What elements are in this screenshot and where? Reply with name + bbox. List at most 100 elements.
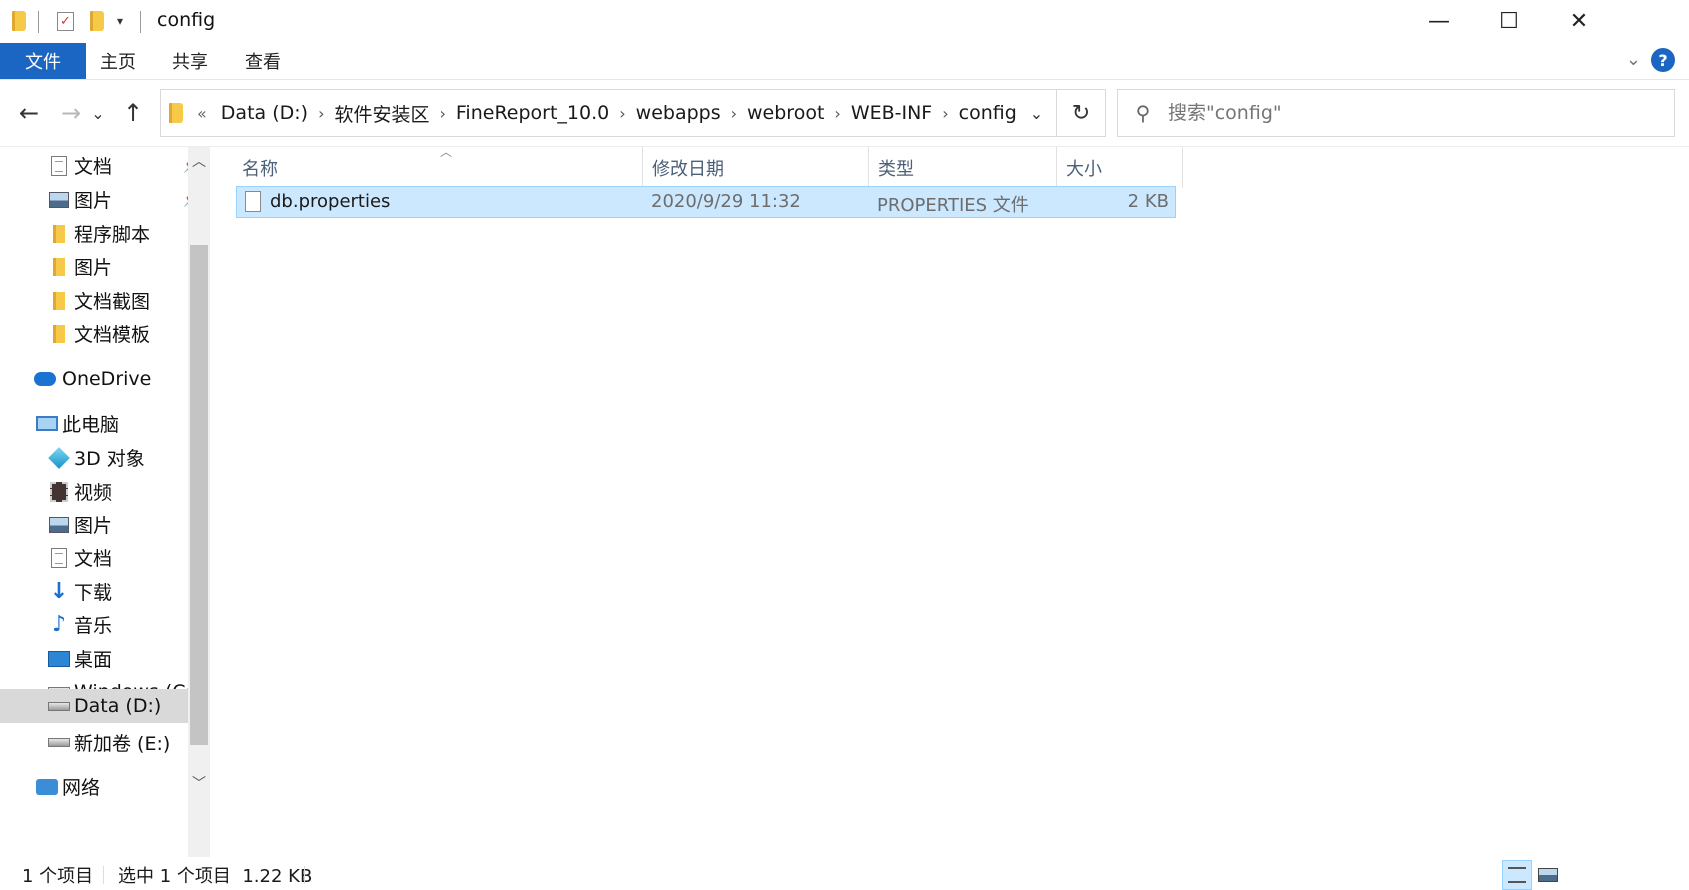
download-icon: ↓ <box>49 579 69 604</box>
sidebar-item-documents-pinned[interactable]: 文档 📌 <box>0 147 206 184</box>
sidebar-item-label: OneDrive <box>62 367 152 390</box>
address-dropdown-chevron-icon[interactable]: ⌄ <box>1017 90 1057 136</box>
sidebar-item-pictures-folder[interactable]: 图片 <box>0 248 206 285</box>
pictures-icon <box>48 190 70 210</box>
column-header-name[interactable]: 名称 <box>242 147 278 188</box>
column-header-modified[interactable]: 修改日期 <box>652 147 724 188</box>
sidebar-item-documents[interactable]: 文档 <box>0 539 206 576</box>
properties-icon[interactable]: ✓ <box>57 8 74 34</box>
folder-icon <box>169 103 183 123</box>
back-button[interactable]: ← <box>12 96 46 130</box>
sidebar-item-music[interactable]: ♪ 音乐 <box>0 606 206 643</box>
drive-icon <box>48 733 70 753</box>
chevron-right-icon[interactable]: › <box>834 104 840 123</box>
scroll-up-chevron-icon[interactable]: ︿ <box>188 151 210 173</box>
quick-access-folder-icon[interactable] <box>12 8 26 34</box>
column-divider[interactable] <box>1182 147 1183 188</box>
breadcrumb-overflow[interactable]: « <box>197 104 207 123</box>
refresh-button[interactable]: ↻ <box>1057 90 1105 136</box>
item-count: 1 个项目 <box>22 866 94 887</box>
breadcrumb-webapps[interactable]: webapps <box>636 102 721 124</box>
column-divider[interactable] <box>642 147 643 188</box>
file-name[interactable]: db.properties <box>270 191 390 212</box>
address-bar[interactable]: « Data (D:) › 软件安装区 › FineReport_10.0 › … <box>160 89 1106 137</box>
sidebar-item-label: 文档模板 <box>74 324 151 346</box>
sidebar-item-label: 程序脚本 <box>74 224 151 246</box>
new-folder-icon[interactable] <box>90 8 104 34</box>
chevron-right-icon[interactable]: › <box>619 104 625 123</box>
sidebar-item-downloads[interactable]: ↓ 下载 <box>0 573 206 610</box>
document-icon <box>48 547 70 568</box>
chevron-right-icon[interactable]: › <box>942 104 948 123</box>
sidebar-item-network[interactable]: 网络 <box>0 768 206 805</box>
minimize-button[interactable]: — <box>1404 0 1474 42</box>
sidebar-scrollbar[interactable]: ︿ ﹀ <box>188 147 210 857</box>
breadcrumb-data-d[interactable]: Data (D:) <box>221 102 308 124</box>
folder-icon <box>48 257 70 277</box>
sidebar-item-pictures[interactable]: 图片 <box>0 506 206 543</box>
column-divider[interactable] <box>1056 147 1057 188</box>
file-size: 2 KB <box>1127 191 1169 212</box>
this-pc-icon <box>36 414 58 434</box>
sidebar-item-label: 此电脑 <box>62 414 120 436</box>
search-input[interactable] <box>1168 102 1648 124</box>
navigation-pane: 文档 📌 图片 📌 程序脚本 图片 文档截图 文档模板 OneDrive 此电脑… <box>0 147 206 860</box>
pictures-icon <box>48 515 70 535</box>
search-box[interactable]: ⚲ <box>1117 89 1675 137</box>
tab-home[interactable]: 主页 <box>88 43 148 79</box>
customize-toolbar-chevron-icon[interactable]: ▾ <box>117 8 123 34</box>
sidebar-item-pictures-pinned[interactable]: 图片 📌 <box>0 181 206 218</box>
navigation-bar: ← → ⌄ ↑ « Data (D:) › 软件安装区 › FineReport… <box>0 84 1689 144</box>
sidebar-item-label: 文档截图 <box>74 291 151 313</box>
breadcrumb-web-inf[interactable]: WEB-INF <box>851 102 932 124</box>
breadcrumb-config[interactable]: config <box>959 102 1017 124</box>
breadcrumb-webroot[interactable]: webroot <box>747 102 824 124</box>
status-bar: 1 个项目 选中 1 个项目 1.22 KB <box>0 860 1689 890</box>
sidebar-item-videos[interactable]: 视频 <box>0 473 206 510</box>
sidebar-item-label: 桌面 <box>74 649 113 671</box>
expand-ribbon-chevron-icon[interactable]: ⌄ <box>1626 49 1641 70</box>
chevron-right-icon[interactable]: › <box>318 104 324 123</box>
breadcrumb-software[interactable]: 软件安装区 <box>334 100 429 127</box>
sidebar-item-3d-objects[interactable]: 3D 对象 <box>0 439 206 476</box>
scroll-down-chevron-icon[interactable]: ﹀ <box>188 773 210 795</box>
help-button[interactable]: ? <box>1651 48 1675 72</box>
sidebar-item-label: 图片 <box>74 515 113 537</box>
sidebar-item-scripts[interactable]: 程序脚本 <box>0 215 206 252</box>
column-header-size[interactable]: 大小 <box>1066 147 1102 188</box>
sidebar-item-doc-screenshots[interactable]: 文档截图 <box>0 282 206 319</box>
breadcrumb-finereport[interactable]: FineReport_10.0 <box>456 102 609 124</box>
column-header-type[interactable]: 类型 <box>878 147 914 188</box>
tab-file[interactable]: 文件 <box>0 43 86 79</box>
column-divider[interactable] <box>868 147 869 188</box>
recent-locations-chevron-icon[interactable]: ⌄ <box>88 96 108 130</box>
scrollbar-thumb[interactable] <box>190 245 208 745</box>
table-row[interactable]: db.properties 2020/9/29 11:32 PROPERTIES… <box>236 186 1176 218</box>
sidebar-item-doc-templates[interactable]: 文档模板 <box>0 315 206 352</box>
sidebar-item-onedrive[interactable]: OneDrive <box>0 360 206 397</box>
divider <box>140 11 141 33</box>
document-icon <box>48 155 70 176</box>
sidebar-item-label: 新加卷 (E:) <box>74 733 171 755</box>
folder-icon <box>48 291 70 311</box>
sidebar-item-desktop[interactable]: 桌面 <box>0 640 206 677</box>
file-type: PROPERTIES 文件 <box>877 195 1029 216</box>
tab-share[interactable]: 共享 <box>160 43 220 79</box>
up-button[interactable]: ↑ <box>116 96 150 130</box>
chevron-right-icon[interactable]: › <box>439 104 445 123</box>
close-button[interactable]: ✕ <box>1544 0 1614 42</box>
sidebar-item-data-d[interactable]: Data (D:) <box>0 689 206 723</box>
tab-view[interactable]: 查看 <box>233 43 293 79</box>
forward-button[interactable]: → <box>54 96 88 130</box>
title-bar: ✓ ▾ config — ☐ ✕ <box>0 0 1689 42</box>
sidebar-item-new-volume-e[interactable]: 新加卷 (E:) <box>0 724 206 761</box>
sidebar-item-label: Data (D:) <box>74 695 162 717</box>
sidebar-item-this-pc[interactable]: 此电脑 <box>0 405 206 442</box>
videos-icon <box>48 481 70 502</box>
sidebar-item-label: 视频 <box>74 482 113 504</box>
file-icon <box>245 191 261 212</box>
details-view-button[interactable] <box>1502 860 1532 890</box>
large-icons-view-button[interactable] <box>1533 860 1563 890</box>
maximize-button[interactable]: ☐ <box>1474 0 1544 42</box>
chevron-right-icon[interactable]: › <box>731 104 737 123</box>
